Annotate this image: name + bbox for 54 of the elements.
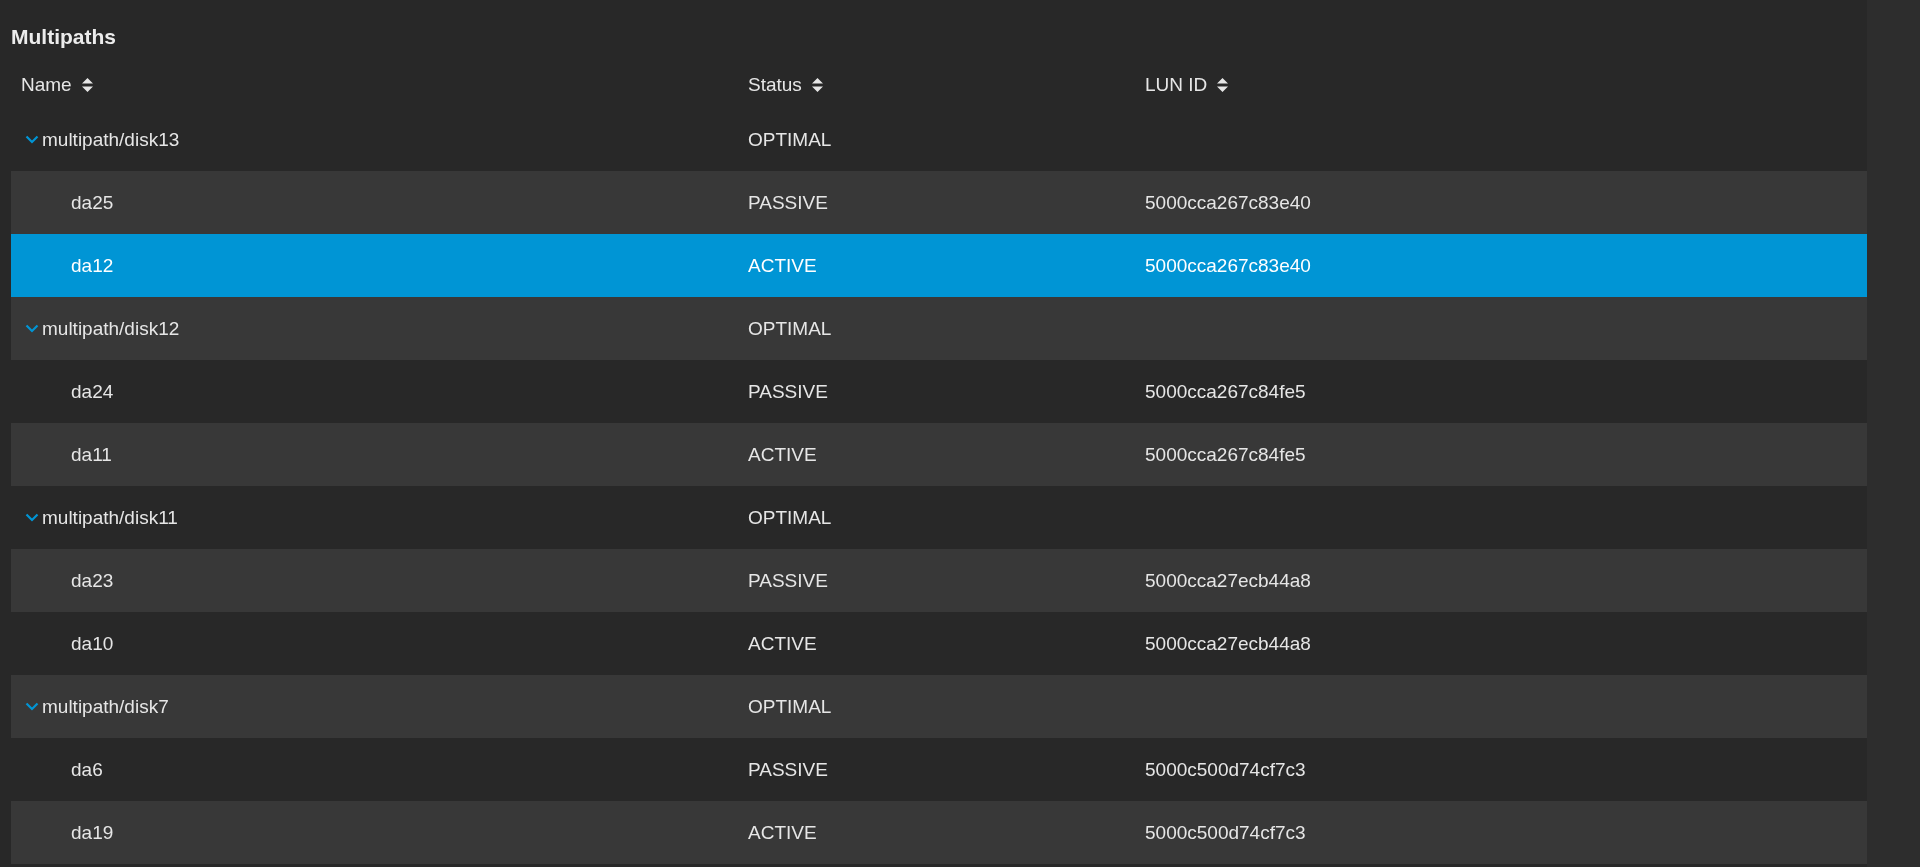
chevron-icon[interactable] — [25, 324, 39, 333]
column-header[interactable]: Status — [748, 73, 802, 96]
path-row[interactable]: da23 PASSIVE 5000cca27ecb44a8 — [11, 549, 1867, 612]
sort-icon[interactable] — [1217, 77, 1229, 92]
name-cell: da11 — [71, 443, 112, 466]
status-cell-text: ACTIVE — [747, 821, 818, 844]
lun-id-cell-text: 5000cca267c84fe5 — [1144, 380, 1307, 403]
lun-id-cell-text: 5000cca267c83e40 — [1144, 191, 1312, 214]
section-title: Multipaths — [11, 24, 116, 50]
name-cell: da6 — [71, 758, 103, 781]
lun-id-cell-text: 5000c500d74cf7c3 — [1144, 758, 1307, 781]
status-cell-text: ACTIVE — [747, 443, 818, 466]
path-row[interactable]: da19 ACTIVE 5000c500d74cf7c3 — [11, 801, 1867, 864]
path-row[interactable]: da24 PASSIVE 5000cca267c84fe5 — [11, 360, 1867, 423]
group-row[interactable]: multipath/disk12 OPTIMAL — [11, 297, 1867, 360]
group-row[interactable]: multipath/disk13 OPTIMAL — [11, 108, 1867, 171]
name-cell: da24 — [71, 380, 114, 403]
path-row[interactable]: da25 PASSIVE 5000cca267c83e40 — [11, 171, 1867, 234]
column-header[interactable]: Name — [21, 73, 72, 96]
status-cell-text: OPTIMAL — [747, 506, 833, 529]
name-cell: multipath/disk11 — [42, 506, 178, 529]
name-cell: da25 — [71, 191, 114, 214]
path-row[interactable]: da6 PASSIVE 5000c500d74cf7c3 — [11, 738, 1867, 801]
status-cell-text: PASSIVE — [747, 569, 829, 592]
sort-icon[interactable] — [811, 77, 823, 92]
lun-id-cell-text: 5000cca27ecb44a8 — [1144, 569, 1312, 592]
name-cell: multipath/disk12 — [42, 317, 180, 340]
group-row[interactable]: multipath/disk11 OPTIMAL — [11, 486, 1867, 549]
lun-id-cell-text: 5000cca27ecb44a8 — [1144, 632, 1312, 655]
status-cell-text: OPTIMAL — [747, 317, 833, 340]
name-cell: da10 — [71, 632, 114, 655]
chevron-icon[interactable] — [25, 513, 39, 522]
chevron-icon[interactable] — [25, 135, 39, 144]
lun-id-cell-text: 5000cca267c83e40 — [1144, 254, 1312, 277]
chevron-icon[interactable] — [25, 702, 39, 711]
column-header[interactable]: LUN ID — [1145, 73, 1208, 96]
name-cell: da19 — [71, 821, 114, 844]
name-cell: da23 — [71, 569, 114, 592]
lun-id-cell-text: 5000c500d74cf7c3 — [1144, 821, 1307, 844]
name-cell: multipath/disk7 — [42, 695, 169, 718]
name-cell: da12 — [71, 254, 114, 277]
lun-id-cell-text: 5000cca267c84fe5 — [1144, 443, 1307, 466]
sort-icon[interactable] — [81, 77, 93, 92]
status-cell-text: ACTIVE — [747, 632, 818, 655]
status-cell-text: OPTIMAL — [747, 695, 833, 718]
name-cell: multipath/disk13 — [42, 128, 180, 151]
status-cell-text: ACTIVE — [747, 254, 818, 277]
path-row[interactable]: da10 ACTIVE 5000cca27ecb44a8 — [11, 612, 1867, 675]
status-cell-text: OPTIMAL — [747, 128, 833, 151]
status-cell-text: PASSIVE — [747, 380, 829, 403]
group-row[interactable]: multipath/disk7 OPTIMAL — [11, 675, 1867, 738]
path-row[interactable]: da11 ACTIVE 5000cca267c84fe5 — [11, 423, 1867, 486]
status-cell-text: PASSIVE — [747, 191, 829, 214]
status-cell-text: PASSIVE — [747, 758, 829, 781]
